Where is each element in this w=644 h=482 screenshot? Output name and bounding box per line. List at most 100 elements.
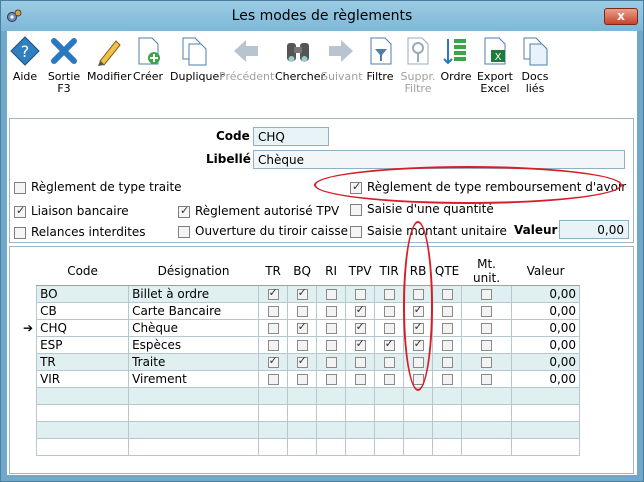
empty-table-row[interactable] [20, 421, 581, 439]
flag-checkbox[interactable] [354, 320, 366, 334]
close-button[interactable]: x [604, 8, 638, 25]
code-cell[interactable]: VIR [36, 370, 130, 388]
flag-checkbox[interactable] [481, 340, 493, 351]
code-cell[interactable]: TR [36, 353, 130, 371]
relances-interdites-checkbox[interactable] [14, 227, 26, 239]
flag-checkbox[interactable] [354, 289, 366, 300]
code-field[interactable]: CHQ [253, 127, 329, 146]
flag-checkbox[interactable] [481, 357, 493, 368]
flag-checkbox[interactable] [441, 340, 453, 351]
designation-cell[interactable]: Billet à ordre [128, 285, 260, 303]
column-header[interactable]: Valeur [511, 257, 580, 286]
table-row[interactable]: VIR Virement 0,00 [20, 370, 581, 388]
table-row[interactable]: BOBillet à ordre 0,00 [20, 285, 581, 303]
toolbar-button-sort-order[interactable]: Ordre [440, 35, 472, 107]
flag-checkbox[interactable] [354, 303, 366, 317]
flag-checkbox[interactable] [481, 289, 493, 300]
column-header[interactable]: BQ [287, 257, 317, 286]
flag-checkbox[interactable] [412, 289, 424, 300]
saisie-montant-checkbox[interactable] [350, 226, 362, 238]
designation-cell[interactable]: Espèces [128, 336, 260, 354]
flag-checkbox[interactable] [267, 306, 279, 317]
flag-checkbox[interactable] [325, 340, 337, 351]
valeur-cell[interactable]: 0,00 [511, 336, 581, 354]
title-bar[interactable]: Les modes de règlements x [1, 1, 643, 31]
flag-checkbox[interactable] [296, 320, 308, 334]
flag-checkbox[interactable] [481, 306, 493, 317]
flag-checkbox[interactable] [325, 306, 337, 317]
toolbar-button-pencil[interactable]: Modifier [87, 35, 131, 107]
flag-checkbox[interactable] [383, 337, 395, 351]
table-row[interactable]: CBCarte Bancaire 0,00 [20, 302, 581, 320]
flag-checkbox[interactable] [325, 289, 337, 300]
flag-checkbox[interactable] [325, 323, 337, 334]
toolbar-button-new-document[interactable]: Créer [130, 35, 166, 107]
column-header[interactable]: RI [316, 257, 346, 286]
code-cell[interactable]: ESP [36, 336, 130, 354]
valeur-cell[interactable]: 0,00 [511, 319, 581, 337]
flag-checkbox[interactable] [296, 286, 308, 300]
flag-checkbox[interactable] [441, 289, 453, 300]
flag-checkbox[interactable] [412, 357, 424, 368]
valeur-cell[interactable]: 0,00 [511, 370, 581, 388]
flag-checkbox[interactable] [412, 337, 424, 351]
flag-checkbox[interactable] [354, 357, 366, 368]
flag-checkbox[interactable] [383, 323, 395, 334]
column-header[interactable]: RB [403, 257, 433, 286]
flag-checkbox[interactable] [383, 306, 395, 317]
column-header[interactable]: Désignation [128, 257, 259, 286]
toolbar-button-binoculars[interactable]: Chercher [275, 35, 325, 107]
ouverture-tiroir-checkbox[interactable] [178, 226, 190, 238]
reglement-remboursement-checkbox[interactable] [350, 180, 362, 194]
flag-checkbox[interactable] [296, 374, 308, 385]
flag-checkbox[interactable] [267, 340, 279, 351]
column-header[interactable]: Code [36, 257, 129, 286]
flag-checkbox[interactable] [383, 357, 395, 368]
toolbar-button-arrow-left[interactable]: Précédent [219, 35, 274, 107]
valeur-cell[interactable]: 0,00 [511, 285, 581, 303]
flag-checkbox[interactable] [441, 357, 453, 368]
flag-checkbox[interactable] [481, 374, 493, 385]
flag-checkbox[interactable] [267, 323, 279, 334]
flag-checkbox[interactable] [296, 354, 308, 368]
flag-checkbox[interactable] [383, 289, 395, 300]
flag-checkbox[interactable] [296, 340, 308, 351]
column-header[interactable]: TIR [374, 257, 404, 286]
flag-checkbox[interactable] [441, 374, 453, 385]
flag-checkbox[interactable] [325, 374, 337, 385]
flag-checkbox[interactable] [383, 374, 395, 385]
reglement-tpv-checkbox[interactable] [178, 204, 190, 218]
table-row[interactable]: ➔CHQChèque 0,00 [20, 319, 581, 337]
valeur-cell[interactable]: 0,00 [511, 302, 581, 320]
reglement-traite-checkbox[interactable] [14, 182, 26, 194]
table-row[interactable]: TRTraite 0,00 [20, 353, 581, 371]
flag-checkbox[interactable] [412, 320, 424, 334]
flag-checkbox[interactable] [441, 323, 453, 334]
column-header[interactable]: TR [258, 257, 288, 286]
column-header[interactable]: TPV [345, 257, 375, 286]
empty-table-row[interactable] [20, 438, 581, 456]
valeur-cell[interactable]: 0,00 [511, 353, 581, 371]
flag-checkbox[interactable] [296, 306, 308, 317]
toolbar-button-help[interactable]: ? Aide [7, 35, 43, 107]
toolbar-button-filter[interactable]: Filtre [365, 35, 395, 107]
designation-cell[interactable]: Virement [128, 370, 260, 388]
flag-checkbox[interactable] [441, 306, 453, 317]
flag-checkbox[interactable] [267, 354, 279, 368]
empty-table-row[interactable] [20, 404, 581, 422]
flag-checkbox[interactable] [354, 337, 366, 351]
table-row[interactable]: ESPEspèces 0,00 [20, 336, 581, 354]
toolbar-button-remove-filter[interactable]: Suppr. Filtre [398, 35, 438, 107]
flag-checkbox[interactable] [412, 303, 424, 317]
code-cell[interactable]: BO [36, 285, 130, 303]
designation-cell[interactable]: Chèque [128, 319, 260, 337]
designation-cell[interactable]: Carte Bancaire [128, 302, 260, 320]
valeur-field[interactable]: 0,00 [559, 220, 629, 239]
liaison-bancaire-checkbox[interactable] [14, 204, 26, 218]
column-header[interactable]: Mt. unit. [461, 257, 512, 286]
flag-checkbox[interactable] [481, 323, 493, 334]
designation-cell[interactable]: Traite [128, 353, 260, 371]
code-cell[interactable]: CHQ [36, 319, 130, 337]
flag-checkbox[interactable] [412, 374, 424, 385]
column-header[interactable]: QTE [432, 257, 462, 286]
